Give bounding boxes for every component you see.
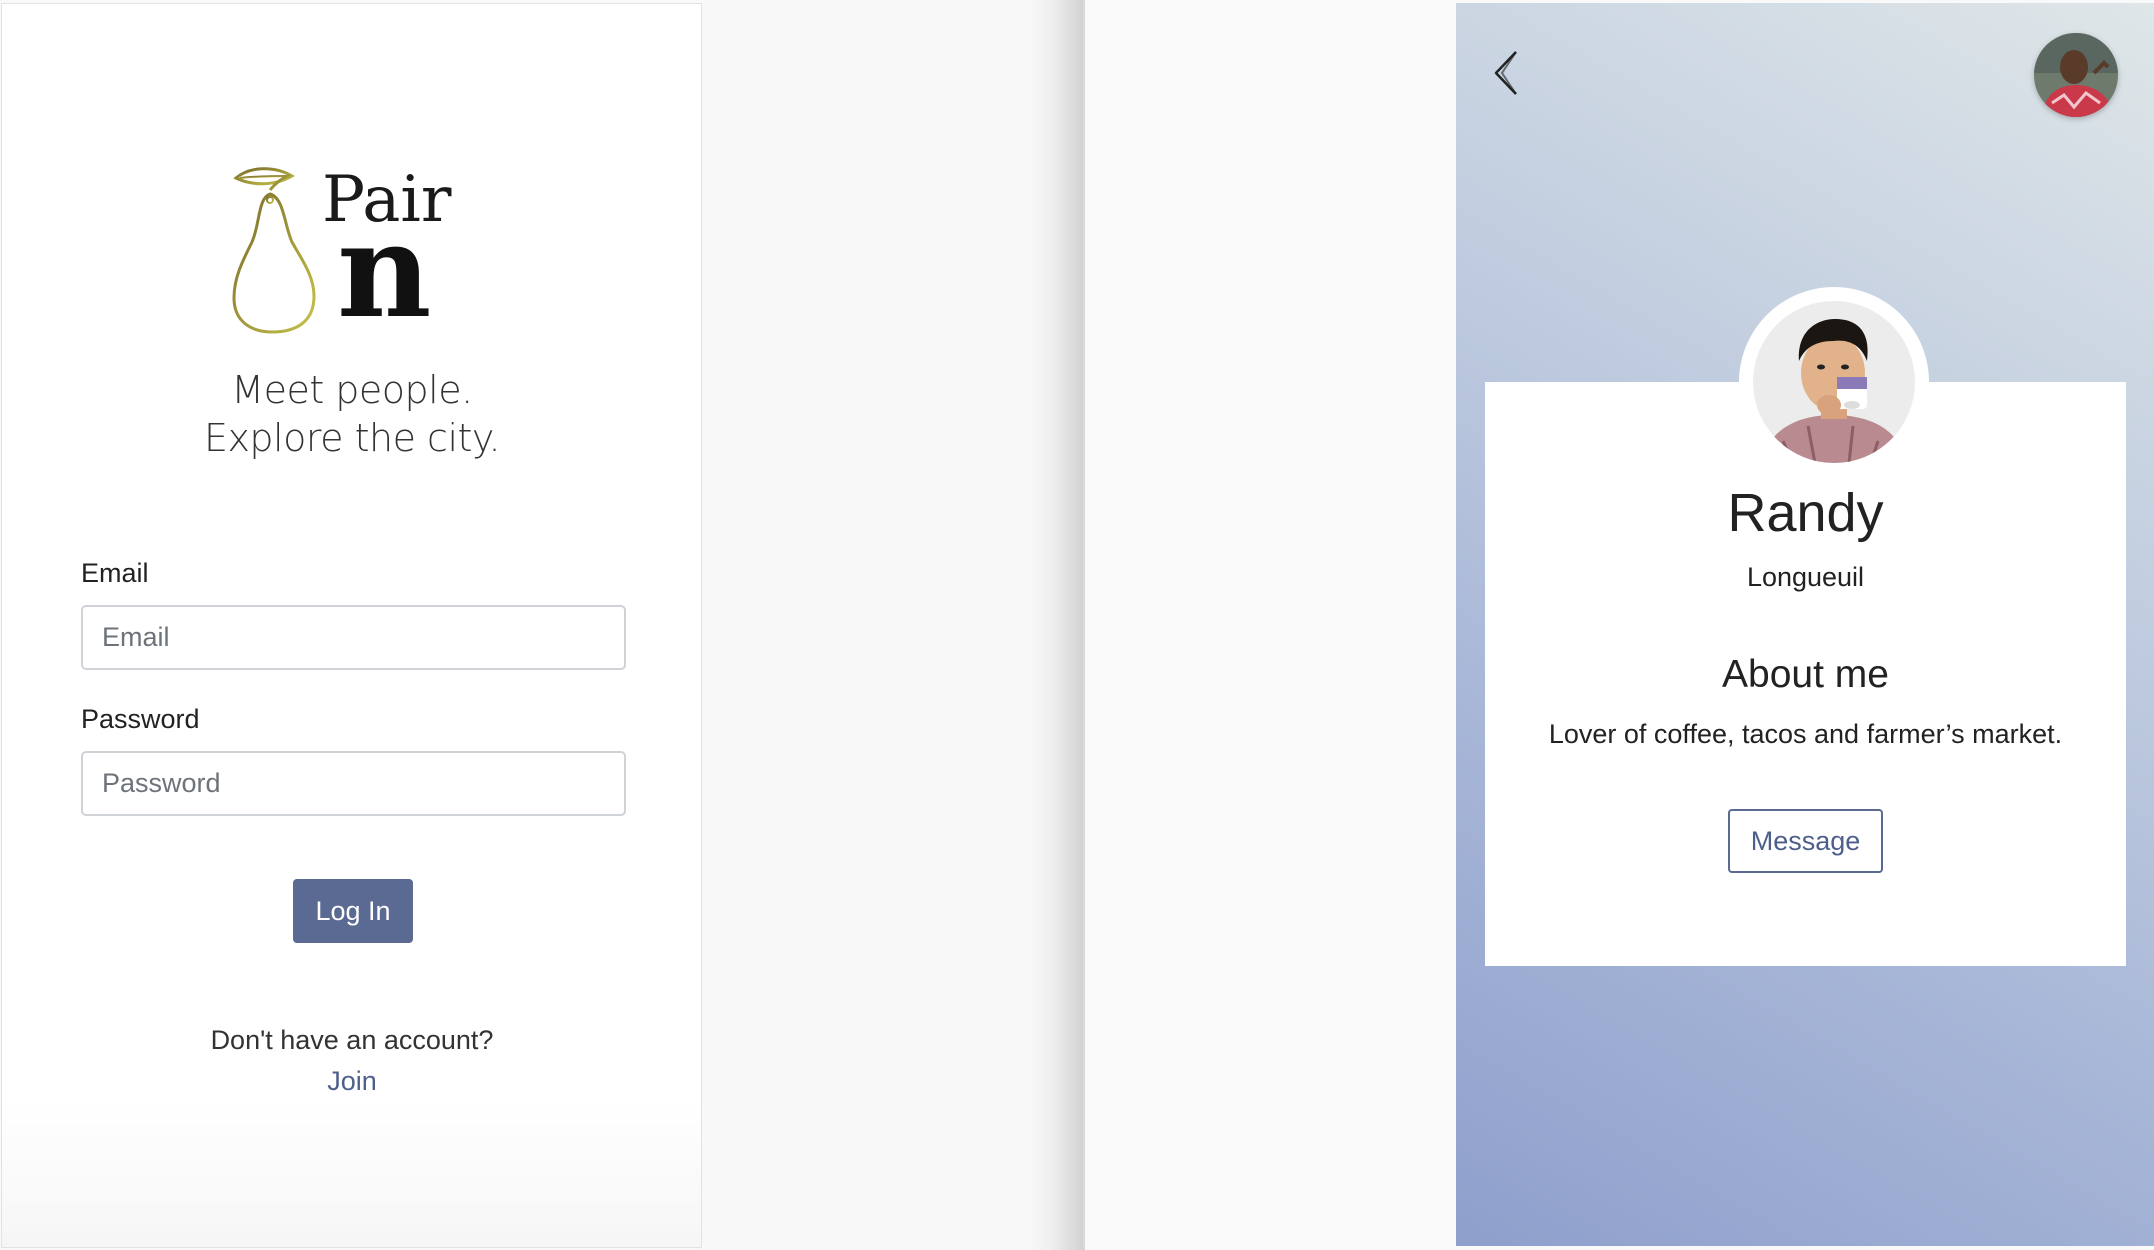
join-link[interactable]: Join	[2, 1066, 702, 1097]
login-button[interactable]: Log In	[293, 879, 413, 943]
page-gap	[1085, 0, 1455, 1250]
profile-avatar-frame	[1739, 287, 1929, 477]
password-field[interactable]	[81, 751, 626, 816]
logo-word-n: n	[337, 194, 432, 347]
password-label: Password	[81, 704, 200, 734]
profile-name: Randy	[1727, 483, 1884, 543]
email-label: Email	[81, 558, 149, 588]
profile-city: Longueuil	[1746, 562, 1865, 592]
person-photo-icon	[1753, 301, 1915, 463]
chevron-left-icon	[1494, 51, 1517, 95]
pairon-logo: Pair n	[230, 164, 460, 339]
back-button[interactable]	[1486, 48, 1526, 98]
about-heading: About me	[1722, 653, 1889, 696]
email-field[interactable]	[81, 605, 626, 670]
profile-card: Randy Longueuil About me Lover of coffee…	[1485, 287, 2126, 966]
page-gap-shadow	[1030, 0, 1085, 1250]
current-user-avatar[interactable]	[2034, 33, 2118, 117]
profile-avatar	[1753, 301, 1915, 463]
avatar-icon	[2034, 33, 2118, 117]
tagline-line-2: Explore the city.	[203, 416, 501, 460]
login-screen: Pair n Meet people. Explore the city. Em…	[1, 3, 702, 1248]
page-gap	[702, 0, 1085, 1250]
profile-screen: Randy Longueuil About me Lover of coffee…	[1456, 3, 2154, 1246]
about-text: Lover of coffee, tacos and farmer’s mark…	[1548, 719, 2063, 749]
message-button[interactable]: Message	[1728, 809, 1883, 873]
signup-prompt: Don't have an account?	[210, 1025, 494, 1055]
tagline-line-1: Meet people.	[231, 368, 473, 412]
screen-divider	[1083, 0, 1085, 1250]
